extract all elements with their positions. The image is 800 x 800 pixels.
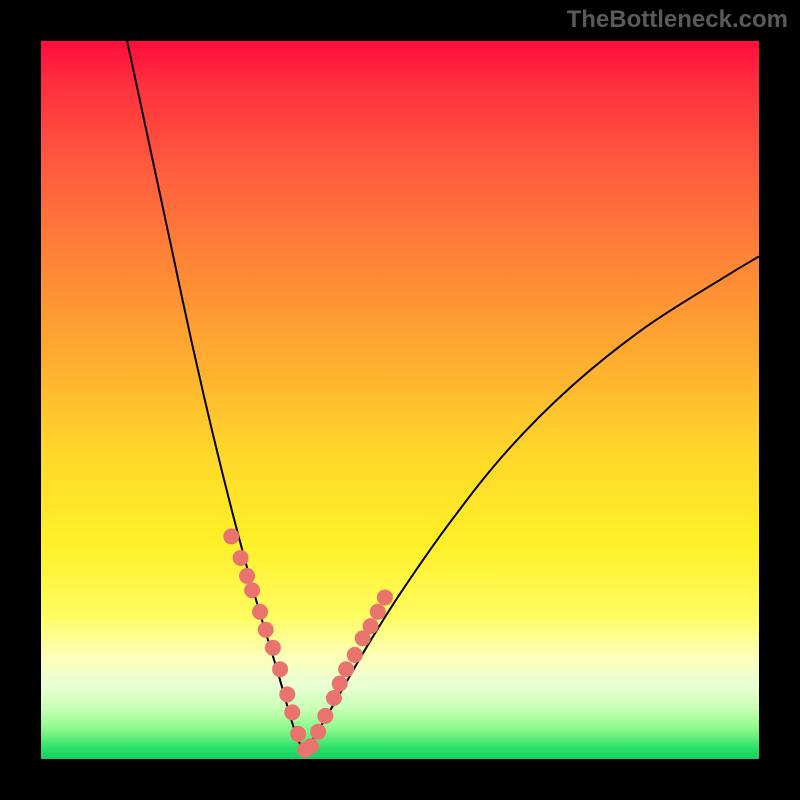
- scatter-dot: [258, 622, 274, 638]
- scatter-dot: [252, 604, 268, 620]
- scatter-dot: [239, 568, 255, 584]
- watermark-text: TheBottleneck.com: [567, 6, 788, 34]
- scatter-dot: [265, 640, 281, 656]
- scatter-dot: [272, 661, 288, 677]
- scatter-dot: [290, 726, 306, 742]
- scatter-dot: [370, 604, 386, 620]
- plot-area: [41, 41, 759, 759]
- curve-right-branch: [303, 256, 759, 751]
- chart-svg: [41, 41, 759, 759]
- scatter-dot: [326, 690, 342, 706]
- scatter-dot: [310, 724, 326, 740]
- scatter-dot: [279, 686, 295, 702]
- chart-frame: TheBottleneck.com: [0, 0, 800, 800]
- scatter-dot: [338, 661, 354, 677]
- scatter-dot: [223, 528, 239, 544]
- scatter-dot: [244, 582, 260, 598]
- scatter-dot: [317, 708, 333, 724]
- scatter-dot: [347, 647, 363, 663]
- scatter-dot: [377, 589, 393, 605]
- scatter-dot: [284, 704, 300, 720]
- scatter-dot: [332, 676, 348, 692]
- scatter-dots: [223, 528, 393, 757]
- scatter-dot: [363, 618, 379, 634]
- scatter-dot: [233, 550, 249, 566]
- scatter-dot: [303, 738, 319, 754]
